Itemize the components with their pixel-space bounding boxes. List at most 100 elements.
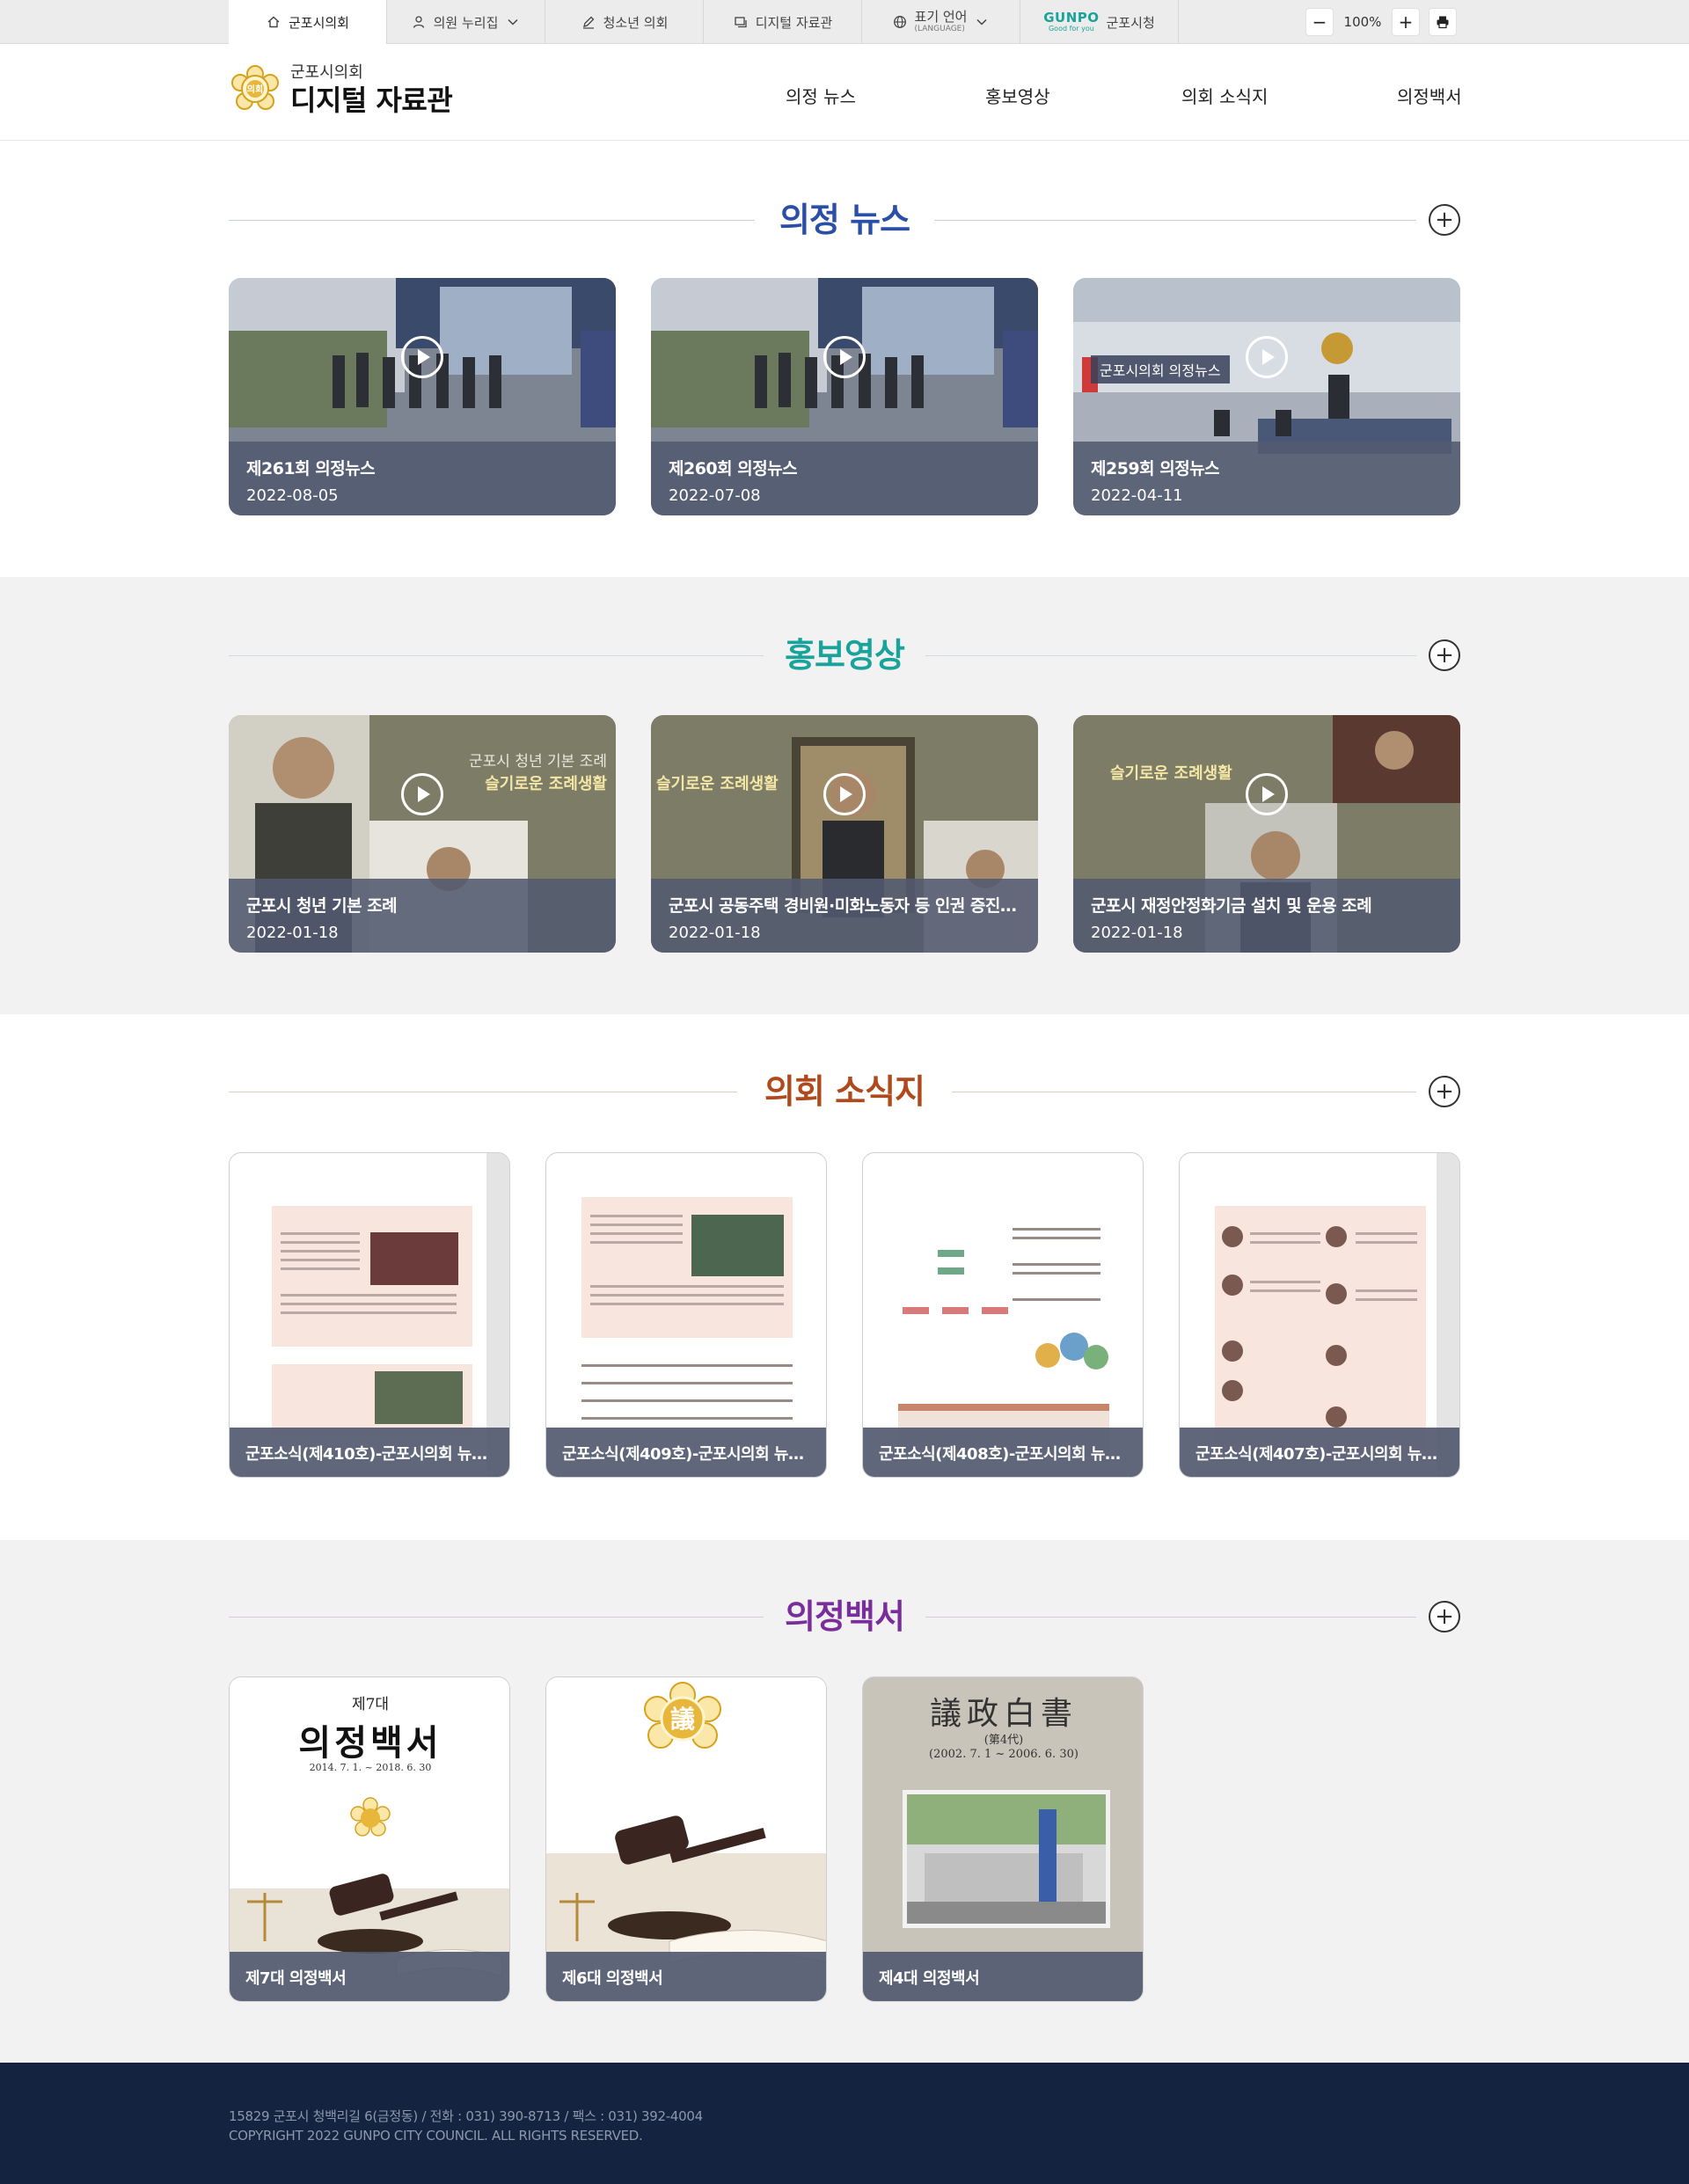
card-caption: 군포시 공동주택 경비원·미화노동자 등 인권 증진에 관… 2022-01-1…: [651, 879, 1038, 953]
cover-period: (2002. 7. 1 ~ 2006. 6. 30): [929, 1748, 1078, 1761]
util-language-dropdown[interactable]: 표기 언어 (LANGUAGE): [862, 0, 1020, 44]
whitepaper-card[interactable]: 제7대 의정백서 2014. 7. 1. ~ 2018. 6. 30 제7대 의…: [229, 1676, 510, 2002]
play-button[interactable]: [823, 773, 866, 815]
cover-title: 의정백서: [298, 1722, 442, 1764]
globe-icon: [892, 14, 908, 30]
play-button[interactable]: [1246, 773, 1288, 815]
news-card[interactable]: 제260회 의정뉴스 2022-07-08: [651, 278, 1038, 515]
section-promo: 홍보영상 + 군포시 청년 기본 조례 슬기로운 조례생활 군포시 청년 기본 …: [0, 577, 1689, 1014]
section-news: 의정 뉴스 + 제261회 의정뉴스 2022-08-05 제260회 의정뉴스…: [0, 142, 1689, 577]
pen-icon: [581, 14, 596, 30]
card-date: 2022-01-18: [1091, 924, 1183, 942]
util-council-home-link[interactable]: 군포시의회: [229, 0, 387, 44]
section-title: 홍보영상: [785, 636, 905, 675]
util-youth-council-link[interactable]: 청소년 의회: [545, 0, 704, 44]
card-title: 군포시 재정안정화기금 설치 및 운용 조례: [1091, 896, 1372, 916]
whitepaper-more-button[interactable]: +: [1429, 1601, 1460, 1633]
news-more-button[interactable]: +: [1429, 204, 1460, 236]
person-icon: [411, 14, 427, 30]
util-label: 디지털 자료관: [755, 14, 833, 31]
section-title: 의회 소식지: [764, 1072, 925, 1111]
thumbnail-overlay-label: 군포시의회 의정뉴스: [1091, 355, 1230, 383]
card-caption: 제261회 의정뉴스 2022-08-05: [229, 442, 616, 515]
card-date: 2022-01-18: [246, 924, 339, 942]
site-footer: 15829 군포시 청백리길 6(금정동) / 전화 : 031) 390-87…: [0, 2063, 1689, 2184]
play-button[interactable]: [1246, 336, 1288, 378]
util-label: 의원 누리집: [433, 14, 499, 31]
card-title: 제6대 의정백서: [562, 1969, 663, 1988]
card-date: 2022-08-05: [246, 486, 339, 505]
gunpo-logo: GUNPO Good for you: [1043, 10, 1100, 33]
cover-title: 議政白書: [929, 1696, 1078, 1732]
section-newsletter: 의회 소식지 + 군포소식(제410호)-군포시의회 뉴스(3… 군포소식(제4…: [0, 1014, 1689, 1540]
card-title: 군포소식(제408호)-군포시의회 뉴스(3…: [879, 1445, 1127, 1464]
site-logo-link[interactable]: 의회 군포시의회 디지털 자료관: [229, 63, 453, 117]
util-label: 군포시의회: [288, 14, 349, 31]
nav-whitepaper[interactable]: 의정백서: [1397, 83, 1462, 108]
card-title: 군포소식(제407호)-군포시의회 뉴스(3…: [1195, 1445, 1444, 1464]
card-title: 군포시 공동주택 경비원·미화노동자 등 인권 증진에 관…: [669, 896, 1020, 916]
whitepaper-card[interactable]: 議政白書 (第4代) (2002. 7. 1 ~ 2006. 6. 30) 제4…: [862, 1676, 1144, 2002]
archive-icon: [733, 14, 749, 30]
cover-edition: (第4代): [983, 1734, 1024, 1747]
zoom-in-button[interactable]: +: [1392, 8, 1420, 36]
util-sublabel: (LANGUAGE): [914, 25, 965, 33]
nav-newsletter[interactable]: 의회 소식지: [1181, 83, 1268, 108]
play-button[interactable]: [401, 336, 443, 378]
util-label: 표기 언어: [914, 9, 968, 25]
play-button[interactable]: [823, 336, 866, 378]
util-city-hall-link[interactable]: GUNPO Good for you 군포시청: [1020, 0, 1179, 44]
util-label: 군포시청: [1106, 14, 1155, 31]
chevron-down-icon: [974, 14, 990, 30]
printer-icon: [1436, 15, 1450, 29]
play-icon: [840, 786, 852, 802]
council-emblem-icon: 의회: [231, 65, 279, 110]
card-caption: 제259회 의정뉴스 2022-04-11: [1073, 442, 1460, 515]
emblem-text: 의회: [247, 84, 263, 95]
newsletter-card[interactable]: 군포소식(제408호)-군포시의회 뉴스(3…: [862, 1152, 1144, 1478]
card-caption: 제260회 의정뉴스 2022-07-08: [651, 442, 1038, 515]
zoom-controls: − 100% +: [1305, 8, 1457, 36]
zoom-out-button[interactable]: −: [1305, 8, 1334, 36]
util-member-site-dropdown[interactable]: 의원 누리집: [387, 0, 545, 44]
footer-address: 15829 군포시 청백리길 6(금정동) / 전화 : 031) 390-87…: [229, 2108, 703, 2124]
util-digital-archive-link[interactable]: 디지털 자료관: [704, 0, 862, 44]
card-date: 2022-04-11: [1091, 486, 1183, 505]
thumbnail-caption-line: 슬기로운 조례생활: [485, 775, 607, 793]
promo-card[interactable]: 군포시 청년 기본 조례 슬기로운 조례생활 군포시 청년 기본 조례 2022…: [229, 715, 616, 953]
promo-card[interactable]: 슬기로운 조례생활 군포시 재정안정화기금 설치 및 운용 조례 2022-01…: [1073, 715, 1460, 953]
home-icon: [266, 14, 282, 30]
site-header: 의회 군포시의회 디지털 자료관 의정 뉴스 홍보영상 의회 소식지 의정백서: [0, 44, 1689, 141]
newsletter-card[interactable]: 군포소식(제407호)-군포시의회 뉴스(3…: [1179, 1152, 1460, 1478]
card-caption: 군포소식(제407호)-군포시의회 뉴스(3…: [1180, 1428, 1459, 1477]
print-button[interactable]: [1429, 8, 1457, 36]
news-card[interactable]: 제261회 의정뉴스 2022-08-05: [229, 278, 616, 515]
play-icon: [418, 786, 430, 802]
plus-icon: +: [1435, 207, 1454, 233]
card-caption: 제6대 의정백서: [546, 1952, 826, 2001]
newsletter-more-button[interactable]: +: [1429, 1076, 1460, 1107]
plus-icon: +: [1435, 1078, 1454, 1105]
util-label: 청소년 의회: [603, 14, 669, 31]
play-button[interactable]: [401, 773, 443, 815]
card-title: 군포소식(제409호)-군포시의회 뉴스(3…: [562, 1445, 810, 1464]
plus-icon: +: [1435, 1603, 1454, 1630]
nav-news[interactable]: 의정 뉴스: [786, 83, 856, 108]
newsletter-card[interactable]: 군포소식(제409호)-군포시의회 뉴스(3…: [545, 1152, 827, 1478]
card-title: 제261회 의정뉴스: [246, 459, 376, 478]
play-icon: [840, 349, 852, 365]
thumbnail-caption-line: 슬기로운 조례생활: [1110, 764, 1232, 783]
card-caption: 제7대 의정백서: [230, 1952, 509, 2001]
play-icon: [1262, 349, 1275, 365]
brand-title: 디지털 자료관: [290, 84, 453, 117]
promo-more-button[interactable]: +: [1429, 639, 1460, 671]
card-title: 군포시 청년 기본 조례: [246, 896, 398, 916]
whitepaper-card[interactable]: 議 제6대 의정백서: [545, 1676, 827, 2002]
promo-card[interactable]: 슬기로운 조례생활 군포시 공동주택 경비원·미화노동자 등 인권 증진에 관……: [651, 715, 1038, 953]
newsletter-card[interactable]: 군포소식(제410호)-군포시의회 뉴스(3…: [229, 1152, 510, 1478]
news-card[interactable]: 군포시의회 의정뉴스 제259회 의정뉴스 2022-04-11: [1073, 278, 1460, 515]
card-title: 제4대 의정백서: [879, 1969, 980, 1988]
nav-promo-video[interactable]: 홍보영상: [985, 83, 1050, 108]
play-icon: [418, 349, 430, 365]
thumbnail-caption-line: 슬기로운 조례생활: [656, 775, 779, 793]
